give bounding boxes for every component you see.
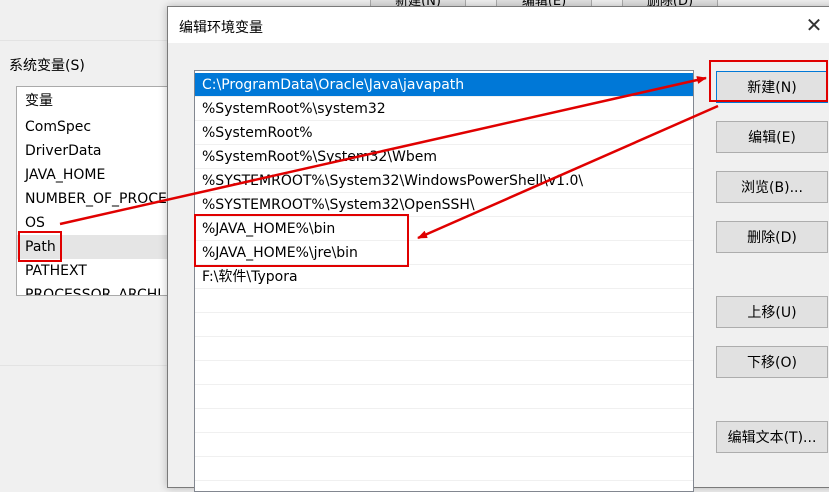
list-item[interactable]: F:\软件\Typora: [195, 265, 693, 289]
list-item[interactable]: NUMBER_OF_PROCE: [25, 187, 167, 211]
path-list[interactable]: C:\ProgramData\Oracle\Java\javapath %Sys…: [194, 70, 694, 492]
system-vars-label: 系统变量(S): [9, 58, 85, 74]
list-item[interactable]: %SYSTEMROOT%\System32\WindowsPowerShell\…: [195, 169, 693, 193]
list-item[interactable]: %SystemRoot%\System32\Wbem: [195, 145, 693, 169]
list-item-empty[interactable]: [195, 313, 693, 337]
list-item-empty[interactable]: [195, 337, 693, 361]
list-item[interactable]: JAVA_HOME: [25, 163, 105, 187]
list-item[interactable]: C:\ProgramData\Oracle\Java\javapath: [195, 73, 693, 97]
list-item[interactable]: PATHEXT: [25, 259, 87, 283]
move-down-button[interactable]: 下移(O): [716, 346, 828, 378]
list-item-empty[interactable]: [195, 409, 693, 433]
divider: [0, 365, 170, 366]
move-up-button[interactable]: 上移(U): [716, 296, 828, 328]
new-button[interactable]: 新建(N): [716, 71, 828, 103]
edit-button[interactable]: 编辑(E): [716, 121, 828, 153]
list-item-path[interactable]: Path: [17, 235, 177, 259]
list-item[interactable]: %SystemRoot%\system32: [195, 97, 693, 121]
list-item[interactable]: %SYSTEMROOT%\System32\OpenSSH\: [195, 193, 693, 217]
list-item[interactable]: PROCESSOR_ARCHI: [25, 283, 161, 295]
list-item-empty[interactable]: [195, 385, 693, 409]
list-item[interactable]: OS: [25, 211, 45, 235]
delete-button[interactable]: 删除(D): [716, 221, 828, 253]
system-vars-list[interactable]: 变量 ComSpec DriverData JAVA_HOME NUMBER_O…: [16, 86, 178, 296]
edit-text-button[interactable]: 编辑文本(T)...: [716, 421, 828, 453]
list-item[interactable]: %SystemRoot%: [195, 121, 693, 145]
close-icon[interactable]: ✕: [800, 11, 828, 39]
list-item-empty[interactable]: [195, 433, 693, 457]
edit-env-var-dialog: 编辑环境变量 ✕ C:\ProgramData\Oracle\Java\java…: [167, 6, 829, 492]
list-header-variable[interactable]: 变量: [25, 89, 53, 113]
list-item-empty[interactable]: [195, 361, 693, 385]
list-item[interactable]: DriverData: [25, 139, 102, 163]
dialog-titlebar[interactable]: 编辑环境变量 ✕: [168, 7, 829, 43]
browse-button[interactable]: 浏览(B)...: [716, 171, 828, 203]
list-item-empty[interactable]: [195, 457, 693, 481]
list-item-empty[interactable]: [195, 289, 693, 313]
divider: [0, 40, 170, 41]
list-item[interactable]: %JAVA_HOME%\jre\bin: [195, 241, 693, 265]
dialog-title: 编辑环境变量: [179, 20, 263, 36]
list-item[interactable]: %JAVA_HOME%\bin: [195, 217, 693, 241]
list-item[interactable]: ComSpec: [25, 115, 91, 139]
